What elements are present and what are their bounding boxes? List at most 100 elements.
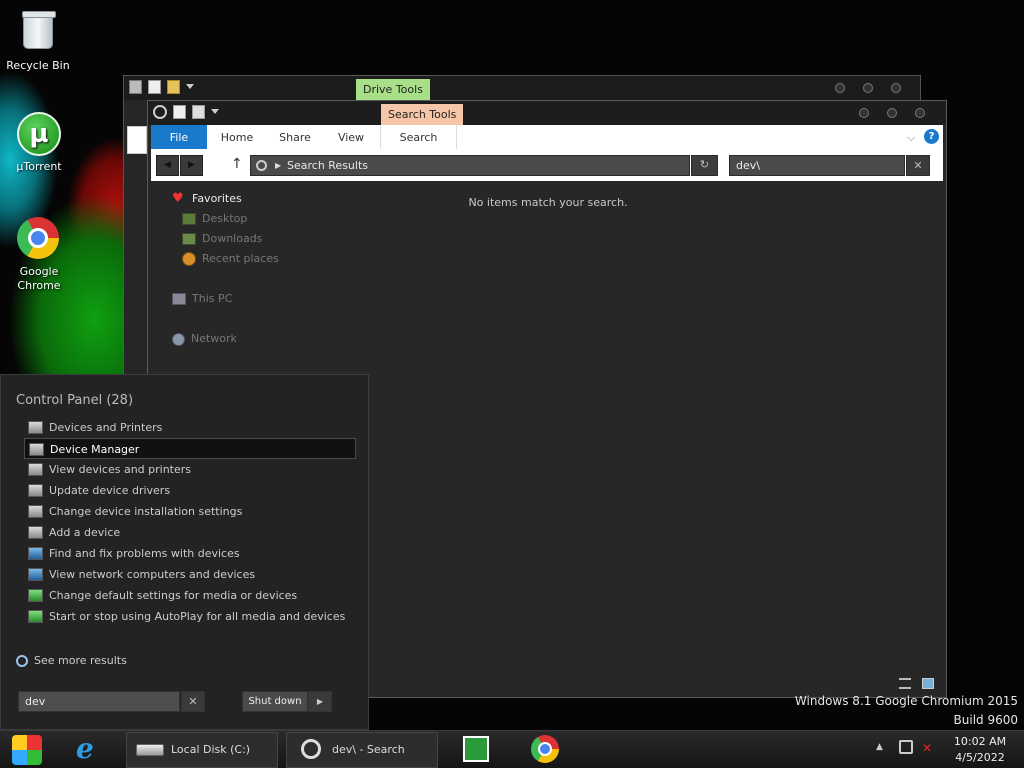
desktop-icon-utorrent[interactable]: µ µTorrent — [1, 112, 77, 174]
shut-down-button[interactable]: Shut down — [242, 691, 308, 712]
search-result-item[interactable]: Find and fix problems with devices — [24, 543, 356, 564]
nav-label: Downloads — [202, 232, 263, 245]
desktop-icon-label: Recycle Bin — [6, 59, 70, 72]
devices-printers-icon — [28, 463, 43, 476]
chrome-icon — [17, 217, 61, 261]
result-label: Update device drivers — [49, 484, 171, 497]
result-label: Start or stop using AutoPlay for all med… — [49, 610, 346, 623]
desktop-icon-label: Google Chrome — [17, 265, 61, 292]
quick-access-toolbar — [153, 105, 219, 119]
tab-file[interactable]: File — [151, 125, 207, 149]
properties-icon[interactable] — [148, 80, 161, 94]
see-more-results-link[interactable]: See more results — [16, 654, 127, 667]
refresh-button[interactable]: ↻ — [691, 155, 718, 176]
new-folder-icon[interactable] — [192, 105, 205, 119]
chevron-down-icon[interactable] — [186, 84, 194, 90]
tab-drive-tools[interactable]: Drive Tools — [356, 79, 430, 100]
store-button[interactable] — [455, 731, 499, 768]
search-icon[interactable] — [153, 105, 167, 119]
autoplay-icon — [28, 610, 43, 623]
search-result-item[interactable]: Change default settings for media or dev… — [24, 585, 356, 606]
tab-home[interactable]: Home — [209, 125, 265, 149]
breadcrumb-chevron-icon[interactable]: ▶ — [275, 156, 281, 175]
clear-search-button[interactable]: ✕ — [906, 155, 930, 176]
breadcrumb[interactable]: Search Results — [287, 159, 368, 172]
close-button[interactable] — [891, 83, 901, 93]
minimize-button[interactable] — [835, 83, 845, 93]
desktop-icon — [182, 213, 196, 225]
search-icon — [16, 654, 28, 667]
start-search-panel: Control Panel (28) Devices and Printers … — [0, 374, 369, 730]
back-button[interactable]: ◀ — [156, 155, 179, 176]
taskbar-item-search-results[interactable]: dev\ - Search Res... — [286, 732, 438, 768]
desktop-icon-recycle-bin[interactable]: Recycle Bin — [0, 8, 76, 73]
folder-icon[interactable] — [167, 80, 180, 94]
autoplay-icon — [28, 589, 43, 602]
search-result-item-selected[interactable]: Device Manager — [24, 438, 356, 459]
search-result-item[interactable]: Devices and Printers — [24, 417, 356, 438]
result-label: Change default settings for media or dev… — [49, 589, 298, 602]
large-icons-view-icon[interactable] — [922, 678, 934, 689]
network-icon — [172, 332, 185, 346]
device-manager-icon — [29, 443, 44, 456]
chrome-button[interactable] — [524, 731, 568, 768]
result-label: View devices and printers — [49, 463, 192, 476]
properties-icon[interactable] — [173, 105, 186, 119]
start-search-input[interactable]: dev — [18, 691, 180, 712]
search-input[interactable]: dev\ — [729, 155, 905, 176]
tab-view[interactable]: View — [323, 125, 379, 149]
details-view-icon[interactable] — [899, 678, 911, 689]
forward-button[interactable]: ▶ — [180, 155, 203, 176]
search-result-item[interactable]: Update device drivers — [24, 480, 356, 501]
chevron-down-icon[interactable] — [211, 109, 219, 115]
up-arrow-icon[interactable]: ↑ — [231, 156, 243, 172]
network-icon — [28, 568, 43, 581]
watermark-line-2: Build 9600 — [953, 713, 1018, 727]
maximize-button[interactable] — [863, 83, 873, 93]
nav-network[interactable]: Network — [172, 330, 237, 348]
tab-search[interactable]: Search — [380, 125, 457, 149]
quick-access-toolbar — [129, 80, 194, 94]
clear-search-button[interactable]: ✕ — [181, 691, 205, 712]
close-button[interactable] — [915, 108, 925, 118]
devices-printers-icon — [28, 421, 43, 434]
internet-explorer-button[interactable]: e — [68, 731, 112, 768]
search-result-item[interactable]: View network computers and devices — [24, 564, 356, 585]
taskbar-item-local-disk[interactable]: Local Disk (C:) — [126, 732, 278, 768]
chrome-icon — [531, 735, 559, 763]
minimize-button[interactable] — [859, 108, 869, 118]
help-icon[interactable]: ? — [924, 129, 939, 144]
show-hidden-icons-button[interactable]: ▲ — [876, 742, 883, 752]
taskbar-item-label: dev\ - Search Res... — [332, 743, 405, 756]
computer-icon — [172, 293, 186, 305]
maximize-button[interactable] — [887, 108, 897, 118]
result-label: View network computers and devices — [49, 568, 256, 581]
explorer-titlebar[interactable]: Search Tools — [148, 101, 946, 125]
back-window-titlebar[interactable]: Drive Tools — [124, 76, 920, 100]
nav-downloads[interactable]: Downloads — [182, 230, 262, 248]
search-result-item[interactable]: Change device installation settings — [24, 501, 356, 522]
start-button[interactable] — [8, 731, 48, 768]
search-result-item[interactable]: Add a device — [24, 522, 356, 543]
network-status-icon[interactable] — [899, 740, 913, 754]
store-icon — [463, 736, 489, 762]
tab-search-tools[interactable]: Search Tools — [381, 104, 464, 125]
volume-muted-icon[interactable]: ✕ — [922, 741, 932, 755]
window-menu-icon[interactable] — [129, 80, 142, 94]
tab-share[interactable]: Share — [267, 125, 323, 149]
shut-down-options-button[interactable]: ▶ — [308, 691, 332, 712]
devices-printers-icon — [28, 505, 43, 518]
internet-explorer-icon: e — [76, 732, 94, 765]
search-result-item[interactable]: Start or stop using AutoPlay for all med… — [24, 606, 356, 627]
nav-desktop[interactable]: Desktop — [182, 210, 247, 228]
empty-results-message: No items match your search. — [468, 196, 628, 209]
taskbar-clock[interactable]: 10:02 AM 4/5/2022 — [940, 734, 1020, 766]
nav-recent-places[interactable]: Recent places — [182, 250, 279, 268]
nav-label: This PC — [192, 292, 233, 305]
desktop-icon-chrome[interactable]: Google Chrome — [1, 217, 77, 293]
result-label: Device Manager — [50, 443, 140, 456]
search-result-item[interactable]: View devices and printers — [24, 459, 356, 480]
nav-this-pc[interactable]: This PC — [172, 290, 232, 308]
address-bar[interactable]: ▶ Search Results — [250, 155, 690, 176]
expand-ribbon-icon[interactable]: ⌵ — [907, 131, 915, 145]
